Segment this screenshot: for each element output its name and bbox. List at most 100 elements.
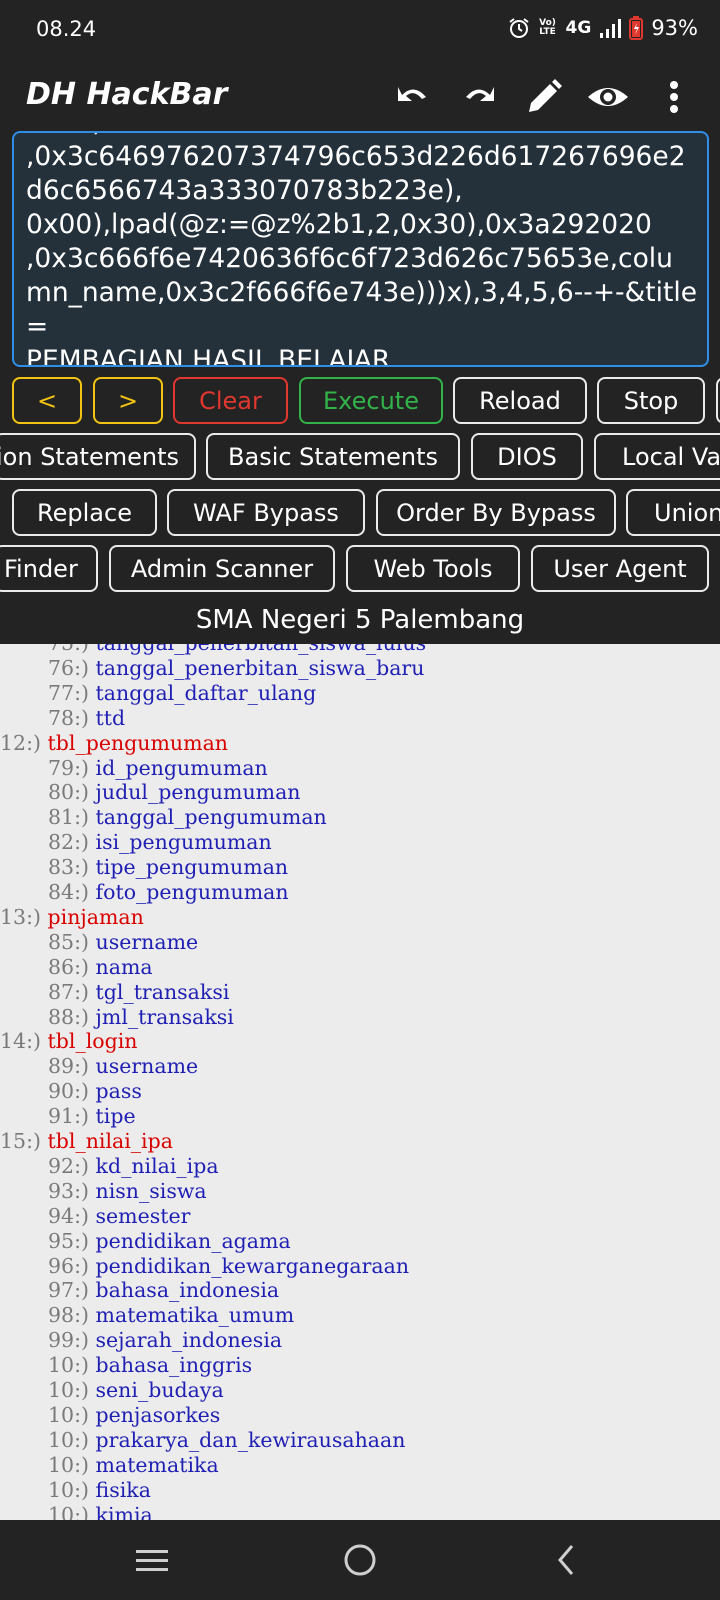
table-name: tbl_nilai_ipa: [47, 1129, 173, 1153]
row-number: 14:): [0, 1029, 41, 1054]
column-name: tanggal_penerbitan_siswa_baru: [95, 655, 425, 680]
column-name: username: [95, 1054, 199, 1079]
redo-icon[interactable]: [456, 75, 500, 119]
union-statements-button[interactable]: ion Statements: [0, 433, 196, 480]
row-number: 80:): [48, 780, 89, 805]
url-input[interactable]: 0x00) ,0x3c646976207374796c653d226d61726…: [12, 131, 709, 367]
column-row: 10:) fisika: [48, 1478, 151, 1503]
column-name: tanggal_penerbitan_siswa_lulus: [96, 644, 427, 655]
user-agent-button[interactable]: User Agent: [531, 545, 709, 592]
column-name: tgl_transaksi: [95, 979, 230, 1004]
reload-button[interactable]: Reload: [453, 377, 587, 424]
results-view[interactable]: 75:) tanggal_penerbitan_siswa_lulus76:) …: [0, 644, 720, 1520]
column-name: penjasorkes: [95, 1402, 221, 1427]
dios-button[interactable]: DIOS: [471, 433, 583, 480]
column-name: prakarya_dan_kewirausahaan: [95, 1427, 406, 1452]
column-row: 82:) isi_pengumuman: [48, 830, 272, 855]
row-number: 15:): [0, 1129, 41, 1153]
row-number: 87:): [48, 979, 89, 1004]
column-row: 80:) judul_pengumuman: [48, 780, 301, 805]
column-row: 86:) nama: [48, 955, 153, 980]
undo-icon[interactable]: [392, 75, 436, 119]
table-row: 14:) tbl_login: [0, 1029, 137, 1054]
column-name: bahasa_inggris: [95, 1353, 253, 1378]
column-name: username: [95, 929, 199, 954]
column-name: ttd: [95, 705, 126, 730]
column-row: 96:) pendidikan_kewarganegaraan: [48, 1254, 409, 1279]
row-number: 10:): [48, 1477, 89, 1502]
column-name: nama: [95, 954, 153, 979]
row-number: 88:): [48, 1004, 89, 1029]
column-row: 97:) bahasa_indonesia: [48, 1278, 279, 1303]
column-name: kimia: [95, 1502, 153, 1521]
column-row: 79:) id_pengumuman: [48, 756, 268, 781]
network-type: 4G: [565, 18, 592, 38]
table-name: pinjaman: [47, 904, 144, 929]
row-number: 82:): [48, 830, 89, 855]
column-name: matematika_umum: [95, 1303, 295, 1328]
navigation-bar: [0, 1520, 720, 1600]
url-text[interactable]: 0x00) ,0x3c646976207374796c653d226d61726…: [26, 133, 698, 365]
column-row: 10:) kimia: [48, 1503, 153, 1521]
column-row: 93:) nisn_siswa: [48, 1179, 207, 1204]
column-row: 85:) username: [48, 930, 198, 955]
column-row: 84:) foto_pengumuman: [48, 880, 289, 905]
column-name: tanggal_pengumuman: [95, 805, 327, 830]
row-number: 12:): [0, 730, 41, 755]
column-row: 10:) bahasa_inggris: [48, 1353, 252, 1378]
back-icon[interactable]: [546, 1538, 590, 1582]
more-vert-icon[interactable]: [652, 75, 696, 119]
column-name: tanggal_daftar_ulang: [95, 680, 317, 705]
waf-bypass-button[interactable]: WAF Bypass: [167, 489, 365, 536]
basic-statements-button[interactable]: Basic Statements: [206, 433, 460, 480]
row-number: 75:): [48, 644, 89, 655]
row-number: 81:): [48, 805, 89, 830]
row-number: 85:): [48, 929, 89, 954]
clear-button[interactable]: Clear: [173, 377, 288, 424]
row-number: 99:): [48, 1328, 89, 1353]
app-bar: DH HackBar: [0, 60, 720, 130]
row-number: 92:): [48, 1153, 89, 1178]
union-button[interactable]: Union: [626, 489, 720, 536]
row-number: 10:): [48, 1452, 89, 1477]
column-row: 89:) username: [48, 1054, 198, 1079]
admin-scanner-button[interactable]: Admin Scanner: [109, 545, 335, 592]
prev-button[interactable]: <: [12, 377, 82, 424]
table-row: 15:) tbl_nilai_ipa: [0, 1129, 173, 1154]
row-number: 98:): [48, 1303, 89, 1328]
battery-icon: [629, 16, 644, 40]
overflow-button[interactable]: [716, 377, 720, 424]
eye-icon[interactable]: [586, 75, 630, 119]
column-name: tipe_pengumuman: [95, 855, 289, 880]
column-name: tipe: [95, 1104, 136, 1129]
row-number: 94:): [48, 1203, 89, 1228]
home-icon[interactable]: [338, 1538, 382, 1582]
row-number: 78:): [48, 705, 89, 730]
replace-button[interactable]: Replace: [12, 489, 157, 536]
row-number: 77:): [48, 680, 89, 705]
column-row: 94:) semester: [48, 1204, 190, 1229]
column-name: matematika: [95, 1452, 219, 1477]
next-button[interactable]: >: [93, 377, 163, 424]
signal-icon: [600, 19, 622, 38]
column-name: semester: [95, 1203, 191, 1228]
order-by-bypass-button[interactable]: Order By Bypass: [376, 489, 616, 536]
local-var-button[interactable]: Local Var: [594, 433, 720, 480]
column-name: id_pengumuman: [95, 755, 268, 780]
finder-button[interactable]: Finder: [0, 545, 98, 592]
execute-button[interactable]: Execute: [299, 377, 443, 424]
table-name: tbl_login: [47, 1029, 138, 1054]
column-name: judul_pengumuman: [95, 780, 301, 805]
pencil-icon[interactable]: [522, 75, 566, 119]
battery-percent: 93%: [651, 16, 698, 40]
row-number: 10:): [48, 1427, 89, 1452]
page-title: SMA Negeri 5 Palembang: [195, 605, 525, 635]
row-number: 89:): [48, 1054, 89, 1079]
web-tools-button[interactable]: Web Tools: [346, 545, 520, 592]
stop-button[interactable]: Stop: [597, 377, 705, 424]
row-number: 84:): [48, 880, 89, 904]
column-row: 81:) tanggal_pengumuman: [48, 805, 327, 830]
column-row: 87:) tgl_transaksi: [48, 980, 229, 1005]
column-row: 77:) tanggal_daftar_ulang: [48, 681, 316, 706]
recents-icon[interactable]: [130, 1538, 174, 1582]
